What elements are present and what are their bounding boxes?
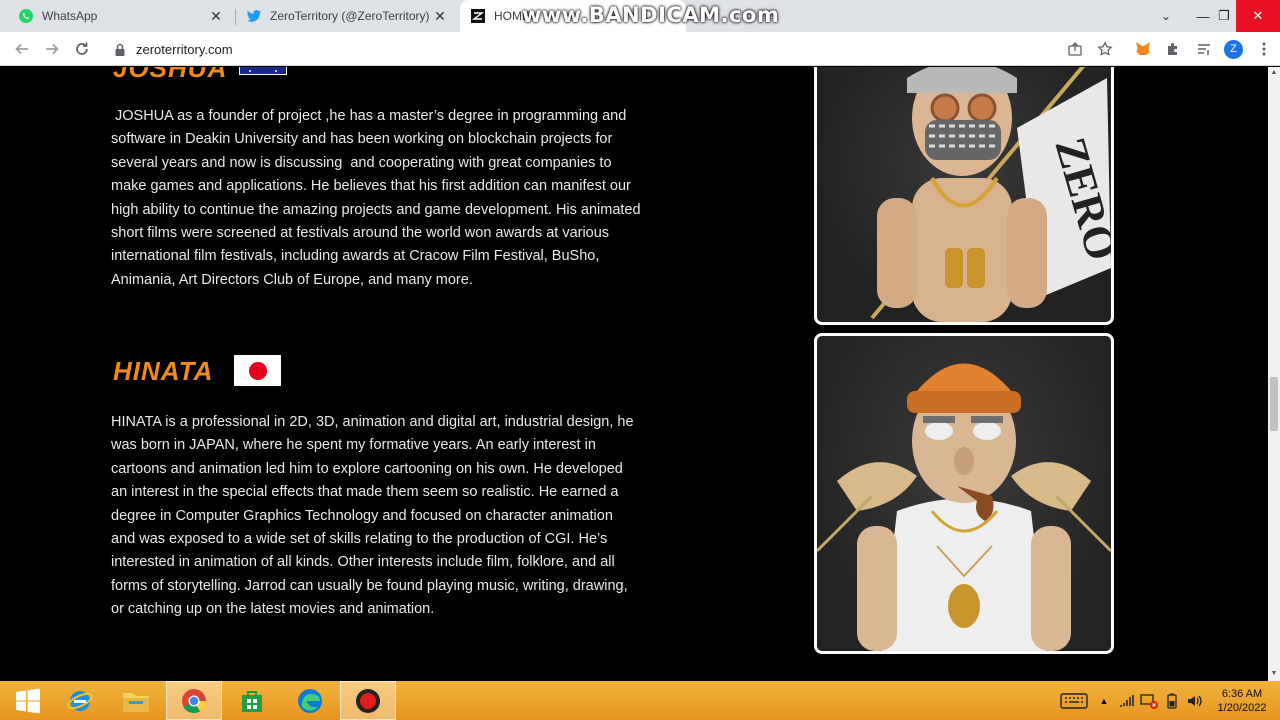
lock-icon	[115, 43, 125, 56]
system-tray: ▲	[1060, 681, 1204, 720]
edge-icon[interactable]	[282, 681, 338, 720]
member-name-hinata: HINATA	[113, 356, 214, 386]
twitter-icon	[247, 10, 261, 22]
bookmark-star-icon[interactable]	[1093, 37, 1117, 61]
more-menu-icon[interactable]	[1252, 37, 1276, 61]
clock-time: 6:36 AM	[1221, 688, 1263, 700]
tab-twitter[interactable]: ZeroTerritory (@ZeroTerritory) / T ✕	[236, 0, 458, 32]
close-icon[interactable]: ✕	[208, 8, 224, 24]
network-signal-icon[interactable]	[1118, 694, 1134, 708]
forward-icon[interactable]	[40, 37, 64, 61]
tray-overflow-icon[interactable]: ▲	[1096, 696, 1112, 706]
avatar-image-hinata	[814, 333, 1114, 654]
network-error-icon[interactable]	[1140, 693, 1158, 709]
store-icon[interactable]	[224, 681, 280, 720]
share-icon[interactable]	[1063, 37, 1087, 61]
file-explorer-icon[interactable]	[108, 681, 164, 720]
back-icon[interactable]	[10, 37, 34, 61]
australia-flag-icon	[239, 67, 287, 75]
tab-title: WhatsApp	[42, 9, 98, 23]
browser-toolbar: zeroterritory.com Z	[0, 32, 1280, 66]
bandicam-watermark: www.BANDICAM.com	[522, 3, 780, 27]
metamask-icon[interactable]	[1131, 37, 1155, 61]
url-text: zeroterritory.com	[136, 42, 233, 57]
keyboard-icon[interactable]	[1060, 692, 1088, 710]
avatar-image-joshua: ZERO	[814, 67, 1114, 325]
scroll-up-icon[interactable]: ▲	[1270, 69, 1278, 77]
page-scrollbar[interactable]: ▲ ▼	[1268, 67, 1280, 681]
reload-icon[interactable]	[70, 37, 94, 61]
japan-flag-icon	[234, 355, 281, 386]
start-icon[interactable]	[0, 681, 56, 720]
extensions-puzzle-icon[interactable]	[1161, 37, 1185, 61]
tab-whatsapp[interactable]: WhatsApp ✕	[8, 0, 234, 32]
clock-date: 1/20/2022	[1217, 702, 1267, 714]
volume-icon[interactable]	[1186, 693, 1204, 709]
site-logo-icon	[471, 9, 485, 23]
member-bio-hinata: HINATA is a professional in 2D, 3D, anim…	[111, 414, 634, 618]
reading-list-icon[interactable]	[1192, 37, 1216, 61]
flag-sun	[249, 362, 267, 380]
member-bio-joshua: JOSHUA as a founder of project ,he has a…	[111, 108, 645, 288]
member-name-joshua: JOSHUA	[113, 67, 228, 83]
internet-explorer-icon[interactable]	[52, 681, 108, 720]
chrome-icon[interactable]	[166, 681, 222, 720]
windows-taskbar: ▲ 6:36 AM 1/20/2022	[0, 681, 1280, 720]
taskbar-clock[interactable]: 6:36 AM 1/20/2022	[1212, 687, 1272, 715]
profile-avatar[interactable]: Z	[1224, 40, 1243, 59]
bandicam-record-icon[interactable]	[340, 681, 396, 720]
tab-title: ZeroTerritory (@ZeroTerritory) / T	[270, 9, 432, 23]
address-bar[interactable]: zeroterritory.com	[104, 36, 1124, 63]
scroll-down-icon[interactable]: ▼	[1270, 670, 1278, 678]
chevron-down-icon[interactable]: ⌄	[1156, 6, 1176, 26]
battery-icon[interactable]	[1166, 693, 1178, 709]
whatsapp-icon	[19, 9, 33, 23]
close-window-icon[interactable]: ✕	[1236, 0, 1280, 32]
close-icon[interactable]: ✕	[432, 8, 448, 24]
web-page: JOSHUA JOSHUA as a founder of project ,h…	[0, 67, 1268, 681]
scroll-thumb[interactable]	[1270, 377, 1278, 431]
